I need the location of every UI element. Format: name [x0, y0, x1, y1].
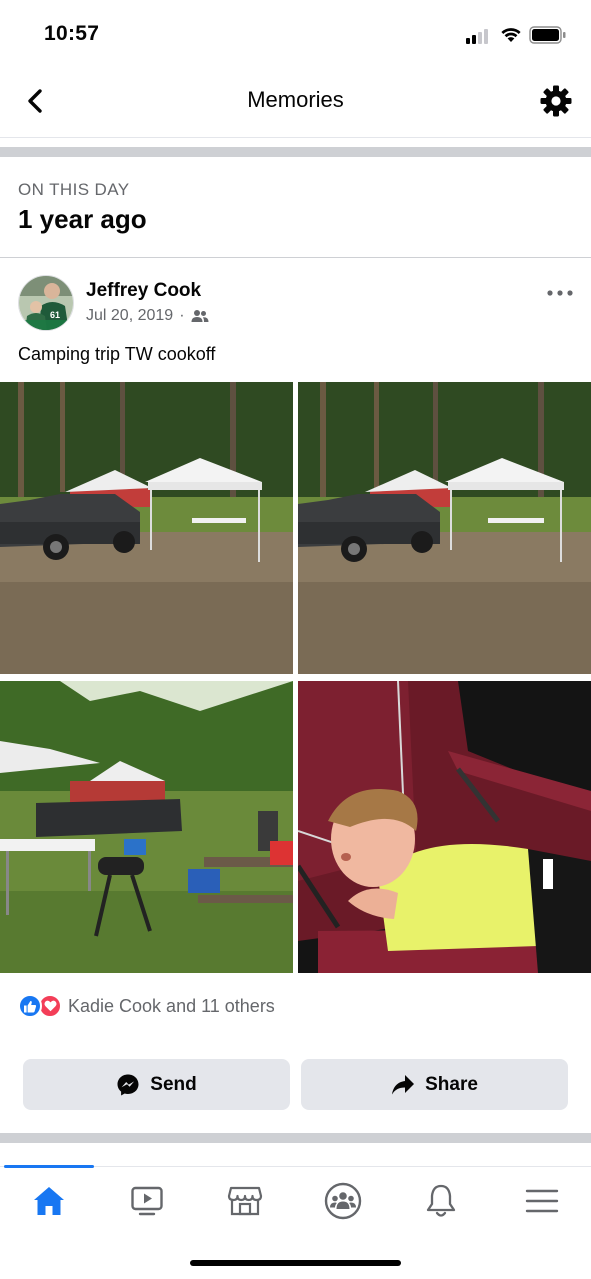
- battery-icon: [529, 26, 567, 44]
- post-date[interactable]: Jul 20, 2019: [86, 307, 173, 325]
- tab-watch[interactable]: [98, 1175, 196, 1227]
- notifications-icon: [426, 1184, 456, 1217]
- watch-icon: [131, 1186, 163, 1216]
- tab-notifications[interactable]: [392, 1175, 490, 1227]
- tab-marketplace[interactable]: [196, 1175, 294, 1227]
- share-button[interactable]: Share: [301, 1059, 568, 1110]
- share-arrow-icon: [392, 1074, 415, 1094]
- more-horizontal-icon: [547, 290, 573, 296]
- gear-icon: [540, 85, 572, 117]
- reaction-icons: [18, 994, 64, 1018]
- post-photo-4[interactable]: [298, 681, 591, 973]
- friends-icon: [191, 310, 209, 322]
- settings-button[interactable]: [537, 82, 575, 120]
- author-name[interactable]: Jeffrey Cook: [86, 280, 201, 302]
- post-photo-1[interactable]: [0, 382, 293, 674]
- marketplace-icon: [227, 1186, 263, 1216]
- reactions-summary[interactable]: Kadie Cook and 11 others: [18, 994, 275, 1018]
- section-divider: [0, 147, 591, 157]
- tab-home[interactable]: [0, 1175, 98, 1227]
- wifi-icon: [499, 25, 523, 43]
- section-divider-bottom: [0, 1133, 591, 1143]
- reactions-text: Kadie Cook and 11 others: [68, 995, 275, 1016]
- send-label: Send: [150, 1073, 197, 1095]
- tab-groups[interactable]: [294, 1175, 392, 1227]
- cellular-signal-icon: [466, 28, 492, 44]
- page-title: Memories: [247, 87, 344, 112]
- active-tab-indicator: [4, 1165, 94, 1168]
- more-options-button[interactable]: [545, 282, 575, 304]
- avatar[interactable]: 61: [18, 275, 74, 331]
- groups-icon: [324, 1182, 362, 1220]
- section-divider-thin: [0, 257, 591, 258]
- tab-menu[interactable]: [493, 1175, 591, 1227]
- post-meta: Jul 20, 2019 ·: [86, 307, 209, 325]
- menu-icon: [525, 1189, 559, 1213]
- post-photo-2[interactable]: [298, 382, 591, 674]
- send-button[interactable]: Send: [23, 1059, 290, 1110]
- post-photo-3[interactable]: [0, 681, 293, 973]
- post-caption: Camping trip TW cookoff: [18, 344, 216, 364]
- status-bar: 10:57: [0, 0, 591, 68]
- meta-separator: ·: [179, 307, 185, 324]
- svg-text:61: 61: [50, 310, 60, 320]
- like-reaction-icon: [18, 994, 42, 1018]
- top-navigation-bar: Memories: [0, 68, 591, 138]
- home-indicator: [190, 1260, 401, 1266]
- section-label: ON THIS DAY: [18, 180, 130, 199]
- section-title: 1 year ago: [18, 204, 147, 234]
- bottom-tab-bar: [0, 1165, 591, 1236]
- messenger-icon: [117, 1074, 139, 1095]
- status-time: 10:57: [44, 22, 100, 45]
- home-icon: [34, 1187, 64, 1215]
- share-label: Share: [425, 1073, 478, 1095]
